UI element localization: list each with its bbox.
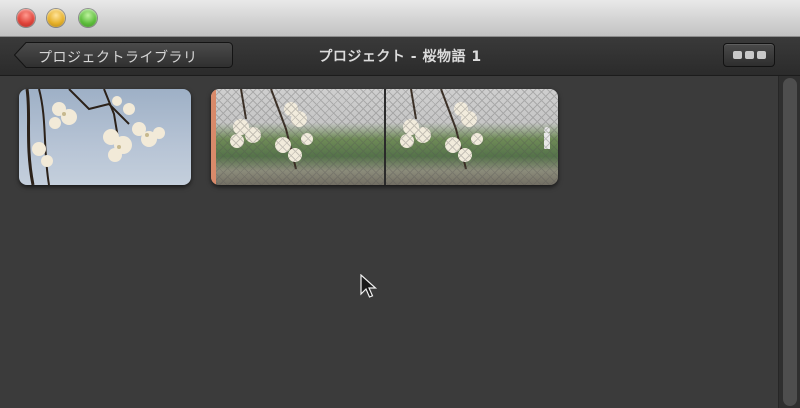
clip-playhead-marker [211,89,216,185]
project-toolbar: プロジェクトライブラリ プロジェクト - 桜物語 1 [0,37,800,76]
window-titlebar [0,0,800,37]
clip-divider [384,89,386,185]
more-options-button[interactable] [723,43,775,67]
scrollbar-thumb[interactable] [783,78,797,406]
project-title: プロジェクト - 桜物語 1 [318,49,482,65]
mouse-cursor-icon [360,274,378,298]
zoom-window-button[interactable] [79,9,97,27]
video-clip-cherry-blossom[interactable] [19,89,191,185]
vertical-scrollbar[interactable] [778,76,800,408]
minimize-window-button[interactable] [47,9,65,27]
dot-icon [757,51,766,59]
close-window-button[interactable] [17,9,35,27]
dot-icon [733,51,742,59]
project-timeline-area[interactable] [0,76,778,408]
dot-icon [745,51,754,59]
video-clip-cherry-blossom-field[interactable] [211,89,558,185]
cherry-blossom-thumbnail [25,89,165,185]
